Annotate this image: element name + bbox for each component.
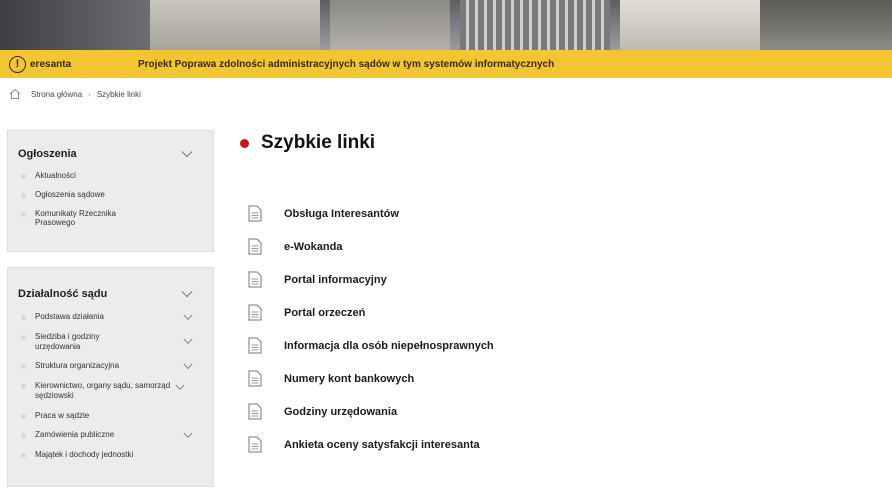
- quick-links-list: Obsługa Interesantów e-Wokanda Portal in…: [248, 197, 494, 461]
- page-title-text: Szybkie linki: [261, 132, 376, 153]
- document-icon: [248, 304, 262, 321]
- page-title: Szybkie linki: [240, 132, 375, 154]
- sidebar-item-label: Aktualności: [35, 171, 76, 180]
- sidebar-item-siedziba[interactable]: Siedziba i godziny urzędowania: [8, 332, 213, 352]
- breadcrumb-current: Szybkie linki: [96, 89, 141, 99]
- quick-link-label[interactable]: e-Wokanda: [284, 241, 342, 253]
- document-icon: [248, 271, 262, 288]
- bullet-icon: [21, 433, 26, 439]
- announcement-bar: ! eresanta Projekt Poprawa zdolności adm…: [0, 50, 892, 78]
- sidebar-section-title: Działalność sądu: [18, 288, 108, 300]
- sidebar-item-aktualnosci[interactable]: Aktualności: [8, 171, 213, 181]
- quick-link-label[interactable]: Informacja dla osób niepełnosprawnych: [284, 340, 494, 352]
- sidebar-item-label: Podstawa działania: [35, 312, 104, 321]
- bullet-icon: [21, 364, 26, 370]
- sidebar-item-label: Praca w sądzie: [35, 410, 90, 420]
- quick-link-item[interactable]: Godziny urzędowania: [248, 395, 494, 428]
- quick-link-label[interactable]: Obsługa Interesantów: [284, 208, 399, 220]
- quick-link-label[interactable]: Numery kont bankowych: [284, 373, 414, 385]
- sidebar-item-ogloszenia-sadowe[interactable]: Ogłoszenia sądowe: [8, 190, 213, 200]
- chevron-down-icon[interactable]: [183, 363, 193, 370]
- breadcrumb-separator: ›: [88, 89, 91, 99]
- sidebar-item-zamowienia[interactable]: Zamówienia publiczne: [8, 430, 213, 440]
- sidebar-item-struktura[interactable]: Struktura organizacyjna: [8, 361, 213, 371]
- sidebar-item-label: Siedziba i godziny urzędowania: [35, 331, 100, 351]
- sidebar-item-label: Komunikaty Rzecznika Prasowego: [35, 208, 116, 228]
- home-icon[interactable]: [9, 88, 21, 100]
- chevron-down-icon[interactable]: [175, 384, 185, 391]
- quick-link-item[interactable]: Portal orzeczeń: [248, 296, 494, 329]
- chevron-down-icon[interactable]: [183, 314, 193, 321]
- document-icon: [248, 205, 262, 222]
- sidebar-section-header[interactable]: Działalność sądu: [8, 268, 213, 312]
- chevron-down-icon[interactable]: [181, 290, 193, 298]
- document-icon: [248, 337, 262, 354]
- bullet-icon: [21, 413, 26, 419]
- bullet-icon: [21, 453, 26, 458]
- sidebar-item-label: Majątek i dochody jednostki: [35, 450, 134, 459]
- exclamation-icon: !: [9, 55, 26, 73]
- sidebar-item-komunikaty[interactable]: Komunikaty Rzecznika Prasowego: [8, 209, 213, 229]
- bullet-icon: [21, 315, 26, 320]
- header-banner-image: [0, 0, 892, 50]
- sidebar-item-kierownictwo[interactable]: Kierownictwo, organy sądu, samorząd sędz…: [8, 381, 213, 401]
- sidebar-item-praca[interactable]: Praca w sądzie: [8, 411, 213, 421]
- sidebar-item-label: Kierownictwo, organy sądu, samorząd sędz…: [35, 381, 171, 400]
- announcement-link[interactable]: Projekt Poprawa zdolności administracyjn…: [138, 59, 554, 70]
- quick-link-item[interactable]: Ankieta oceny satysfakcji interesanta: [248, 428, 494, 461]
- quick-link-item[interactable]: Informacja dla osób niepełnosprawnych: [248, 329, 494, 362]
- sidebar-section-header[interactable]: Ogłoszenia: [8, 131, 213, 169]
- quick-link-label[interactable]: Portal informacyjny: [284, 274, 387, 286]
- document-icon: [248, 436, 262, 453]
- chevron-down-icon[interactable]: [181, 150, 193, 158]
- chevron-down-icon[interactable]: [183, 338, 193, 345]
- sidebar-section-title: Ogłoszenia: [18, 148, 77, 160]
- sidebar-section-ogloszenia: Ogłoszenia Aktualności Ogłoszenia sądowe…: [7, 130, 214, 252]
- chevron-down-icon[interactable]: [183, 432, 193, 439]
- breadcrumb-home-link[interactable]: Strona główna: [31, 90, 82, 99]
- bullet-icon: [21, 174, 26, 179]
- sidebar-section-dzialalnosc: Działalność sądu Podstawa działania Sied…: [7, 267, 214, 487]
- quick-link-item[interactable]: Obsługa Interesantów: [248, 197, 494, 230]
- bullet-icon: [21, 211, 26, 217]
- bullet-icon: [21, 384, 26, 389]
- quick-link-label[interactable]: Godziny urzędowania: [284, 406, 397, 418]
- breadcrumb: Strona główna › Szybkie linki: [0, 78, 892, 110]
- bullet-icon: [21, 192, 26, 198]
- quick-link-item[interactable]: Numery kont bankowych: [248, 362, 494, 395]
- quick-link-item[interactable]: Portal informacyjny: [248, 263, 494, 296]
- sidebar-item-majatek[interactable]: Majątek i dochody jednostki: [8, 450, 213, 460]
- sidebar-item-podstawa-dzialania[interactable]: Podstawa działania: [8, 312, 213, 322]
- sidebar-item-label: Zamówienia publiczne: [35, 430, 115, 440]
- sidebar-item-label: Ogłoszenia sądowe: [35, 189, 105, 199]
- sidebar-item-label: Struktura organizacyjna: [35, 361, 120, 371]
- quick-link-label[interactable]: Portal orzeczeń: [284, 307, 365, 319]
- bullet-icon: [21, 334, 26, 340]
- announcement-label: eresanta: [30, 58, 72, 70]
- document-icon: [248, 370, 262, 387]
- quick-link-label[interactable]: Ankieta oceny satysfakcji interesanta: [284, 439, 480, 451]
- quick-link-item[interactable]: e-Wokanda: [248, 230, 494, 263]
- document-icon: [248, 403, 262, 420]
- title-bullet-icon: [240, 138, 249, 148]
- document-icon: [248, 238, 262, 255]
